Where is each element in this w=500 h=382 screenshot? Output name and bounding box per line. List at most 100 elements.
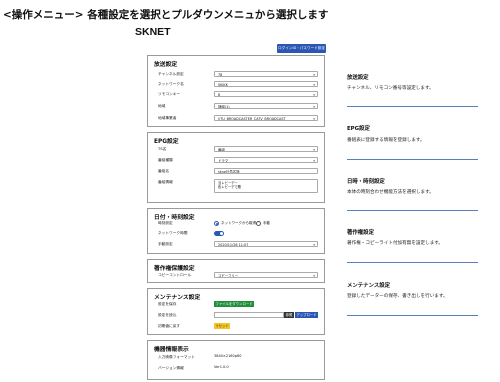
broadcast-row-operator: 地域事業者 (ITU_BROADCASTER_CATV_BROADCAST ▾ [148,114,324,123]
channel-select[interactable]: 78 ▾ [214,71,318,77]
region-select[interactable]: 静岡(1) ▾ [214,103,318,109]
upload-button[interactable]: アップロード [295,312,318,318]
desc-maintenance-text: 登録したデーターの保存、書き出しを行います。 [347,294,448,299]
operator-select[interactable]: (ITU_BROADCASTER_CATV_BROADCAST ▾ [214,115,318,121]
divider [347,106,478,107]
desc-maintenance-title: メンテナンス設定 [347,283,391,289]
ntp-toggle[interactable] [214,231,224,236]
datetime-row-mode: 時刻設定 ネットワークから取得 手動 [148,219,324,228]
chevron-down-icon: ▾ [313,159,315,163]
epg-row-ts: TS名 番組 ▾ [148,145,324,154]
reset-button[interactable]: リセット [214,323,230,329]
field-label: 地域 [158,104,166,108]
chevron-down-icon: ▾ [313,105,315,109]
manual-datetime-input[interactable]: 2020/11/26 11:07 ▾ [214,241,318,247]
radio-network[interactable] [214,221,219,226]
epg-panel: EPG設定 TS名 番組 ▾ 番組種類 ドラマ ▾ 番組名 skne社員名簿 番組情… [147,132,325,203]
device-panel: 機器情報表示 入力映像フォーマット 3840×2160p60 バージョン情報 V… [147,340,325,380]
radio-manual[interactable] [256,221,261,226]
textarea-line: 色レビーデで殿 [218,185,242,190]
remote-key-select[interactable]: 8 ▾ [214,91,318,97]
maintenance-row-load: 設定を読込 参照 アップロード [148,311,324,320]
chevron-down-icon: ▾ [313,148,315,152]
datetime-row-ntp: ネットワーク時間 [148,229,324,238]
divider [347,315,478,316]
chevron-down-icon: ▾ [313,274,315,278]
field-label: 設定を保存 [158,302,177,306]
radio-manual-label: 手動 [263,221,270,225]
maintenance-row-reset: 初期値に戻す リセット [148,322,324,331]
maintenance-row-save: 設定を保存 ファイルをダウンロード [148,300,324,309]
epg-row-genre: 番組種類 ドラマ ▾ [148,156,324,165]
program-info-textarea[interactable]: 当レビーデー 色レビーデで殿 [214,179,318,193]
datetime-row-manual: 手動設定 2020/11/26 11:07 ▾ [148,240,324,249]
broadcast-row-remote: リモコンキー 8 ▾ [148,90,324,99]
chevron-down-icon: ▾ [313,243,315,247]
radio-network-label: ネットワークから取得 [221,221,256,225]
field-label: ネットワーク時間 [158,231,188,235]
program-name-input[interactable]: skne社員名簿 [214,168,318,174]
datetime-panel: 日付・時刻設定 時刻設定 ネットワークから取得 手動 ネットワーク時間 手動設定… [147,208,325,254]
desc-epg-title: EPG設定 [347,126,370,132]
desc-copyright-title: 著作権設定 [347,230,374,236]
brand-logo: SKNET [135,26,171,38]
device-row-version: バージョン情報 Ver1.0.0 [148,364,324,373]
select-value: 静岡(1) [218,105,230,109]
chevron-down-icon: ▾ [313,73,315,77]
file-path-input[interactable] [214,312,284,318]
browse-button[interactable]: 参照 [284,312,294,318]
copy-control-select[interactable]: コピーフリー ▾ [214,272,318,278]
chevron-down-icon: ▾ [313,93,315,97]
device-row-format: 入力映像フォーマット 3840×2160p60 [148,353,324,362]
maintenance-panel: メンテナンス設定 設定を保存 ファイルをダウンロード 設定を読込 参照 アップロ… [147,288,325,335]
field-label: 番組名 [158,169,170,173]
field-label: 番組情報 [158,180,173,184]
page-heading: <操作メニュー> 各種設定を選択とプルダウンメニュから選択します [3,9,329,21]
select-value: 8 [218,93,221,97]
device-title: 機器情報表示 [154,347,189,353]
input-value: 2020/11/26 11:07 [218,243,249,247]
select-value: コピーフリー [218,274,239,278]
field-label: チャンネル設定 [158,72,184,76]
epg-row-info: 番組情報 当レビーデー 色レビーデで殿 [148,178,324,193]
field-label: 初期値に戻す [158,324,181,328]
login-settings-button[interactable]: ログインID・パスワード設定 [277,44,326,53]
copyright-row: コピーコントロール コピーフリー ▾ [148,271,324,280]
field-label: 手動設定 [158,242,173,246]
select-value: (ITU_BROADCASTER_CATV_BROADCAST [218,117,286,121]
field-label: 時刻設定 [158,221,173,225]
broadcast-row-network: ネットワーク名 SKJKK ▾ [148,80,324,89]
field-label: TS名 [158,147,167,151]
desc-broadcast-title: 放送設定 [347,75,369,81]
field-label: ネットワーク名 [158,82,184,86]
copyright-panel: 著作権保護設定 コピーコントロール コピーフリー ▾ [147,259,325,283]
network-select[interactable]: SKJKK ▾ [214,81,318,87]
desc-broadcast-text: チャンネル、リモコン番号等設定します。 [347,86,434,91]
epg-title: EPG設定 [154,139,179,145]
field-label: リモコンキー [158,92,181,96]
field-label: コピーコントロール [158,273,192,277]
broadcast-title: 放送設定 [154,62,178,68]
divider [347,159,478,160]
video-format-value: 3840×2160p60 [214,354,242,358]
desc-copyright-text: 著作権・コピーライト付加有無を設定します。 [347,241,444,246]
field-label: 設定を読込 [158,313,177,317]
version-value: Ver1.0.0 [214,365,229,369]
broadcast-row-channel: チャンネル設定 78 ▾ [148,70,324,79]
download-settings-button[interactable]: ファイルをダウンロード [214,301,254,307]
select-value: 番組 [218,148,225,152]
chevron-down-icon: ▾ [313,83,315,87]
desc-datetime-text: 本体の時刻合わせ機能方法を選択します。 [347,190,434,195]
divider [347,210,478,211]
input-value: skne社員名簿 [218,170,240,174]
field-label: バージョン情報 [158,366,184,370]
broadcast-row-region: 地域 静岡(1) ▾ [148,102,324,111]
genre-select[interactable]: ドラマ ▾ [214,157,318,163]
field-label: 番組種類 [158,158,173,162]
select-value: ドラマ [218,159,229,163]
field-label: 地域事業者 [158,116,177,120]
divider [347,262,478,263]
ts-name-select[interactable]: 番組 ▾ [214,146,318,152]
desc-datetime-title: 日時・時刻設定 [347,179,385,185]
select-value: 78 [218,73,223,77]
